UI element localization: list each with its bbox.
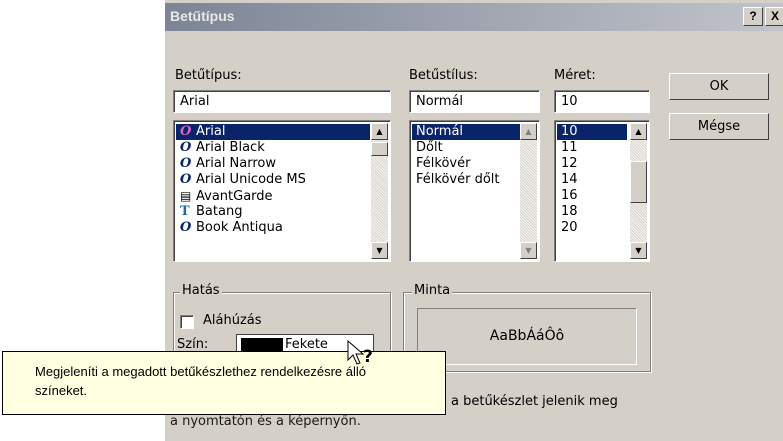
font-list-item[interactable]: O Arial Narrow [176,156,370,172]
truetype-font-icon: T [180,204,190,219]
opentype-font-icon: O [180,172,192,187]
scroll-down-icon[interactable]: ▼ [371,242,388,259]
font-list-item[interactable]: O Arial Black [176,140,370,156]
size-list-item[interactable]: 14 [557,172,627,188]
tooltip-line-2: színeket. [35,383,88,398]
size-list-item[interactable]: 10 [557,124,627,140]
style-list-item[interactable]: Félkövér dőlt [412,172,520,188]
scroll-thumb[interactable] [371,142,388,156]
size-list-scrollbar[interactable]: ▲ ▼ [630,123,647,259]
style-list-scrollbar[interactable]: ▲ ▼ [520,123,537,259]
ok-button[interactable]: OK [669,73,769,100]
opentype-font-icon: O [180,156,192,171]
size-list-item[interactable]: 18 [557,204,627,220]
font-label: Betűtípus: [175,68,242,83]
info-text: a betűkészlet jelenik meg [451,394,618,409]
effects-label: Hatás [180,283,222,298]
underline-checkbox[interactable] [180,315,194,329]
opentype-font-icon: O [180,124,192,139]
style-label: Betűstílus: [409,68,478,83]
style-input[interactable]: Normál [409,90,540,113]
font-list-item[interactable]: T Batang [176,204,370,220]
scroll-thumb[interactable] [630,161,647,203]
dialog-title: Betűtípus [170,8,235,24]
color-value: Fekete [285,337,328,352]
color-label: Szín: [177,337,209,352]
size-list[interactable]: 10 11 12 14 16 18 20 ▲ ▼ [554,120,650,262]
style-list-item[interactable]: Félkövér [412,156,520,172]
scroll-down-icon[interactable]: ▼ [630,242,647,259]
scroll-up-icon[interactable]: ▲ [520,123,537,140]
scroll-down-icon[interactable]: ▼ [520,242,537,259]
style-list-item[interactable]: Normál [412,124,520,140]
help-tooltip: Megjeleníti a megadott betűkészlethez re… [2,351,446,415]
size-list-item[interactable]: 11 [557,140,627,156]
size-list-item[interactable]: 12 [557,156,627,172]
size-input[interactable]: 10 [554,90,650,113]
size-label: Méret: [554,68,596,83]
opentype-font-icon: O [180,140,192,155]
font-list-scrollbar[interactable]: ▲ ▼ [371,123,388,259]
underline-label: Aláhúzás [203,313,262,328]
printer-font-icon: ▤ [180,189,192,203]
font-list-item[interactable]: O Arial [176,124,370,140]
title-bar[interactable] [165,3,783,31]
size-list-item[interactable]: 16 [557,188,627,204]
size-list-item[interactable]: 20 [557,220,627,236]
help-button[interactable]: ? [743,7,763,26]
style-list-item[interactable]: Dőlt [412,140,520,156]
font-list-item[interactable]: O Book Antiqua [176,220,370,236]
scroll-up-icon[interactable]: ▲ [371,123,388,140]
opentype-font-icon: O [180,220,192,235]
font-input[interactable]: Arial [173,90,391,113]
info-text-continued: a nyomtatón és a képernyőn. [170,414,361,429]
help-cursor-icon: ? [347,340,373,367]
font-list-item[interactable]: O Arial Unicode MS [176,172,370,188]
scroll-up-icon[interactable]: ▲ [630,123,647,140]
close-button[interactable]: X [765,7,783,26]
svg-text:?: ? [363,347,373,367]
font-list-item[interactable]: ▤ AvantGarde [176,188,370,204]
cancel-button[interactable]: Mégse [669,113,769,140]
style-list[interactable]: Normál Dőlt Félkövér Félkövér dőlt ▲ ▼ [409,120,540,262]
font-list[interactable]: O Arial O Arial Black O Arial Narrow O Arial… [173,120,391,262]
sample-label: Minta [412,283,453,298]
color-swatch [241,338,283,352]
sample-preview: AaBbÁáÔô [417,308,637,365]
